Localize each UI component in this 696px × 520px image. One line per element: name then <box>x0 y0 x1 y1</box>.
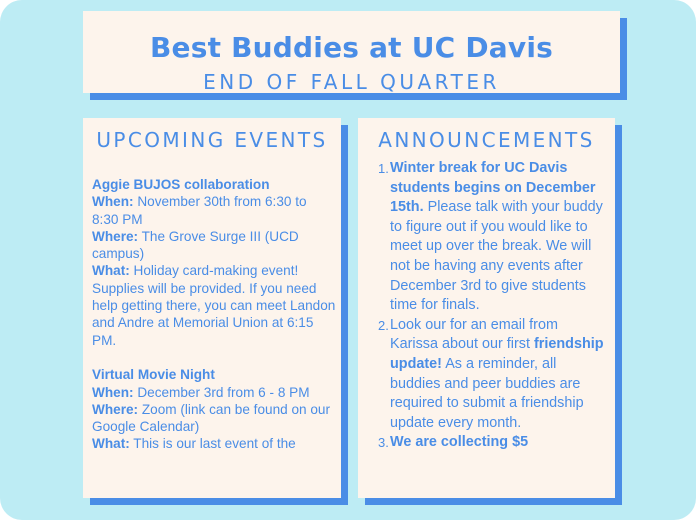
announcement-item: 1. Winter break for UC Davis students be… <box>378 159 605 316</box>
event-item: Aggie BUJOS collaboration When: November… <box>92 176 336 349</box>
flyer-background: Best Buddies at UC Davis END OF FALL QUA… <box>0 0 696 520</box>
event-what: What: Holiday card-making event! Supplie… <box>92 262 336 348</box>
announcements-heading: ANNOUNCEMENTS <box>378 128 595 152</box>
announcement-text: Please talk with your buddy to figure ou… <box>390 199 603 314</box>
flyer-subtitle: END OF FALL QUARTER <box>203 70 500 94</box>
when-label: When: <box>92 194 134 210</box>
event-what-value: This is our last event of the <box>133 436 296 452</box>
announcement-number: 3. <box>378 435 389 451</box>
announcement-number: 1. <box>378 161 389 176</box>
upcoming-events-heading: UPCOMING EVENTS <box>96 128 328 152</box>
announcement-number: 2. <box>378 317 389 333</box>
title-card: Best Buddies at UC Davis END OF FALL QUA… <box>83 11 620 94</box>
announcement-bold-text: We are collecting $5 <box>390 434 529 451</box>
event-title: Aggie BUJOS collaboration <box>92 177 270 192</box>
announcement-item: 2. Look our for an email from Karissa ab… <box>378 316 605 434</box>
what-label: What: <box>92 263 130 279</box>
announcement-text-before: Look our for an email from Karissa about… <box>390 316 558 353</box>
where-label: Where: <box>92 401 139 417</box>
what-label: What: <box>92 436 130 452</box>
flyer-title: Best Buddies at UC Davis <box>149 31 553 64</box>
event-when: When: December 3rd from 6 - 8 PM <box>92 384 336 401</box>
event-item: Virtual Movie Night When: December 3rd f… <box>92 366 336 452</box>
announcements-panel: ANNOUNCEMENTS 1. Winter break for UC Dav… <box>358 118 615 498</box>
event-where: Where: Zoom (link can be found on our Go… <box>92 401 336 436</box>
events-list: Aggie BUJOS collaboration When: November… <box>92 176 336 453</box>
where-label: Where: <box>92 228 139 244</box>
event-when: When: November 30th from 6:30 to 8:30 PM <box>92 193 336 228</box>
upcoming-events-panel: UPCOMING EVENTS Aggie BUJOS collaboratio… <box>83 118 341 498</box>
when-label: When: <box>92 384 134 400</box>
announcements-list: 1. Winter break for UC Davis students be… <box>378 159 605 453</box>
event-title: Virtual Movie Night <box>92 367 215 383</box>
event-where: Where: The Grove Surge III (UCD campus) <box>92 228 336 263</box>
announcement-item: 3. We are collecting $5 <box>378 433 605 453</box>
event-when-value: December 3rd from 6 - 8 PM <box>137 384 310 400</box>
event-what: What: This is our last event of the <box>92 435 336 452</box>
